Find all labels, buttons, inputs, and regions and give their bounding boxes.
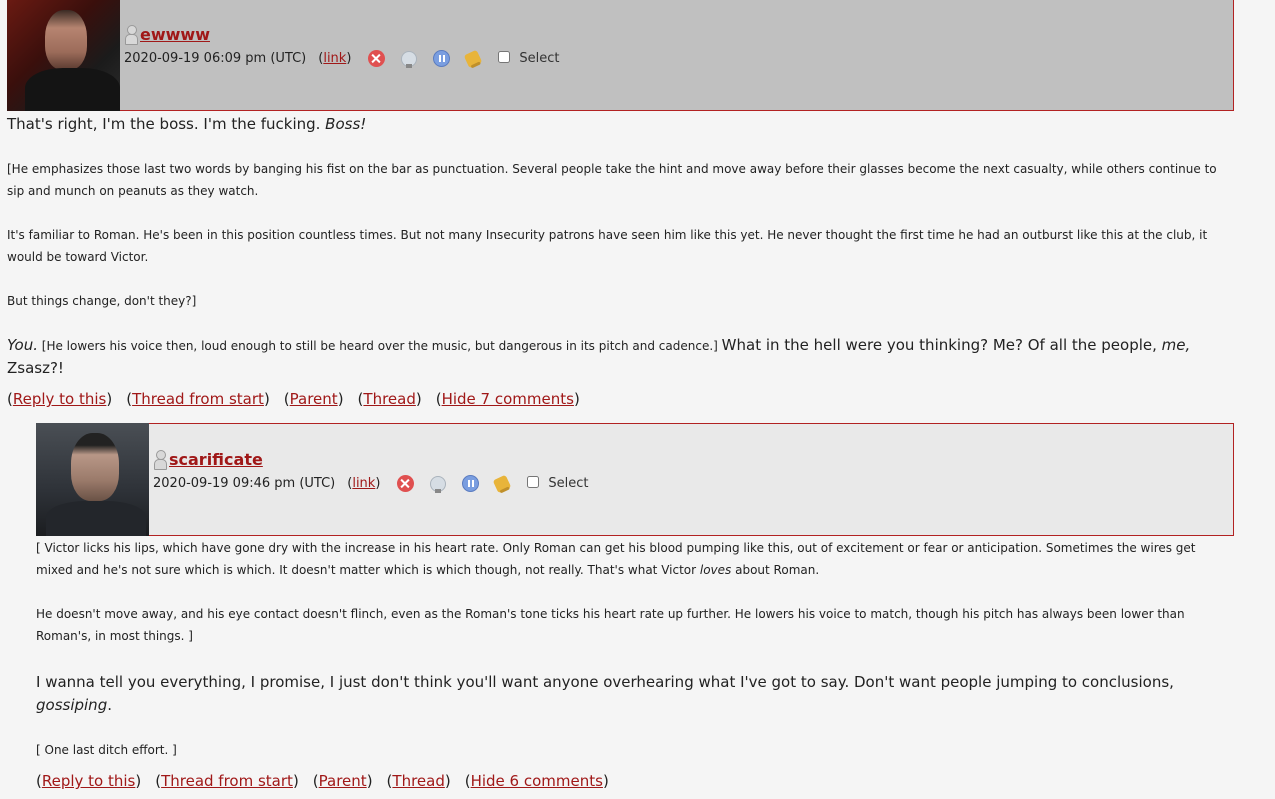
- user-icon[interactable]: [124, 25, 138, 45]
- reply-link[interactable]: Reply to this: [13, 390, 107, 408]
- avatar[interactable]: [7, 0, 120, 111]
- screen-icon[interactable]: [430, 475, 447, 493]
- timestamp: 2020-09-19 06:09 pm (UTC): [124, 51, 307, 66]
- timestamp: 2020-09-19 09:46 pm (UTC): [153, 476, 336, 491]
- body-text-italic: loves: [699, 563, 732, 577]
- thread-from-start-link[interactable]: Thread from start: [161, 772, 293, 790]
- permalink: (link): [347, 476, 381, 491]
- body-paragraph: It's familiar to Roman. He's been in thi…: [7, 228, 1208, 264]
- comment-actions: (Reply to this) (Thread from start) (Paren…: [36, 772, 609, 790]
- comment-actions: (Reply to this) (Thread from start) (Paren…: [7, 390, 580, 408]
- permalink: (link): [318, 51, 352, 66]
- link-anchor[interactable]: link: [352, 476, 375, 491]
- body-text-italic: me,: [1161, 336, 1191, 354]
- select-label: Select: [548, 476, 589, 491]
- body-paragraph: [He emphasizes those last two words by b…: [7, 162, 1217, 198]
- username-link[interactable]: ewwww: [140, 25, 210, 44]
- reply-link[interactable]: Reply to this: [42, 772, 136, 790]
- link-anchor[interactable]: link: [323, 51, 346, 66]
- screen-icon[interactable]: [401, 50, 418, 68]
- track-icon[interactable]: [493, 474, 512, 493]
- body-paragraph: He doesn't move away, and his eye contac…: [36, 607, 1185, 643]
- body-text: That's right, I'm the boss. I'm the fuck…: [7, 115, 326, 133]
- delete-icon[interactable]: [368, 50, 386, 67]
- user-icon[interactable]: [153, 450, 167, 470]
- select-checkbox[interactable]: [527, 475, 540, 488]
- parent-link[interactable]: Parent: [290, 390, 338, 408]
- thread-link[interactable]: Thread: [392, 772, 444, 790]
- body-text: Zsasz?!: [7, 359, 64, 377]
- body-paragraph: But things change, don't they?]: [7, 294, 197, 308]
- freeze-icon[interactable]: [462, 475, 480, 492]
- comment-body: That's right, I'm the boss. I'm the fuck…: [7, 113, 1234, 380]
- body-text: [He lowers his voice then, loud enough t…: [37, 339, 722, 353]
- body-text: [ Victor licks his lips, which have gone…: [36, 541, 1196, 577]
- username-link[interactable]: scarificate: [169, 450, 263, 469]
- comment-scarificate: scarificate 2020-09-19 09:46 pm (UTC) (l…: [36, 423, 1234, 792]
- comment-body: [ Victor licks his lips, which have gone…: [36, 537, 1234, 761]
- comment-header: scarificate 2020-09-19 09:46 pm (UTC) (l…: [36, 423, 1234, 536]
- select-label: Select: [519, 51, 560, 66]
- body-text-italic: gossiping: [36, 696, 108, 714]
- comment-header: ewwww 2020-09-19 06:09 pm (UTC) (link) S…: [7, 0, 1234, 111]
- body-text: What in the hell were you thinking? Me? …: [721, 336, 1162, 354]
- delete-icon[interactable]: [397, 475, 415, 492]
- hide-comments-link[interactable]: Hide 7 comments: [442, 390, 574, 408]
- body-paragraph: [ One last ditch effort. ]: [36, 743, 177, 757]
- comment-ewwww: ewwww 2020-09-19 06:09 pm (UTC) (link) S…: [7, 0, 1234, 410]
- body-text: about Roman.: [731, 563, 820, 577]
- body-text: .: [107, 696, 112, 714]
- body-text: I wanna tell you everything, I promise, …: [36, 673, 1174, 691]
- avatar[interactable]: [36, 423, 149, 536]
- thread-link[interactable]: Thread: [363, 390, 415, 408]
- body-text-italic: You.: [7, 336, 38, 354]
- thread-from-start-link[interactable]: Thread from start: [132, 390, 264, 408]
- track-icon[interactable]: [464, 49, 483, 68]
- freeze-icon[interactable]: [433, 50, 451, 67]
- select-checkbox[interactable]: [498, 50, 511, 63]
- hide-comments-link[interactable]: Hide 6 comments: [471, 772, 603, 790]
- parent-link[interactable]: Parent: [319, 772, 367, 790]
- body-text-italic: Boss!: [325, 115, 367, 133]
